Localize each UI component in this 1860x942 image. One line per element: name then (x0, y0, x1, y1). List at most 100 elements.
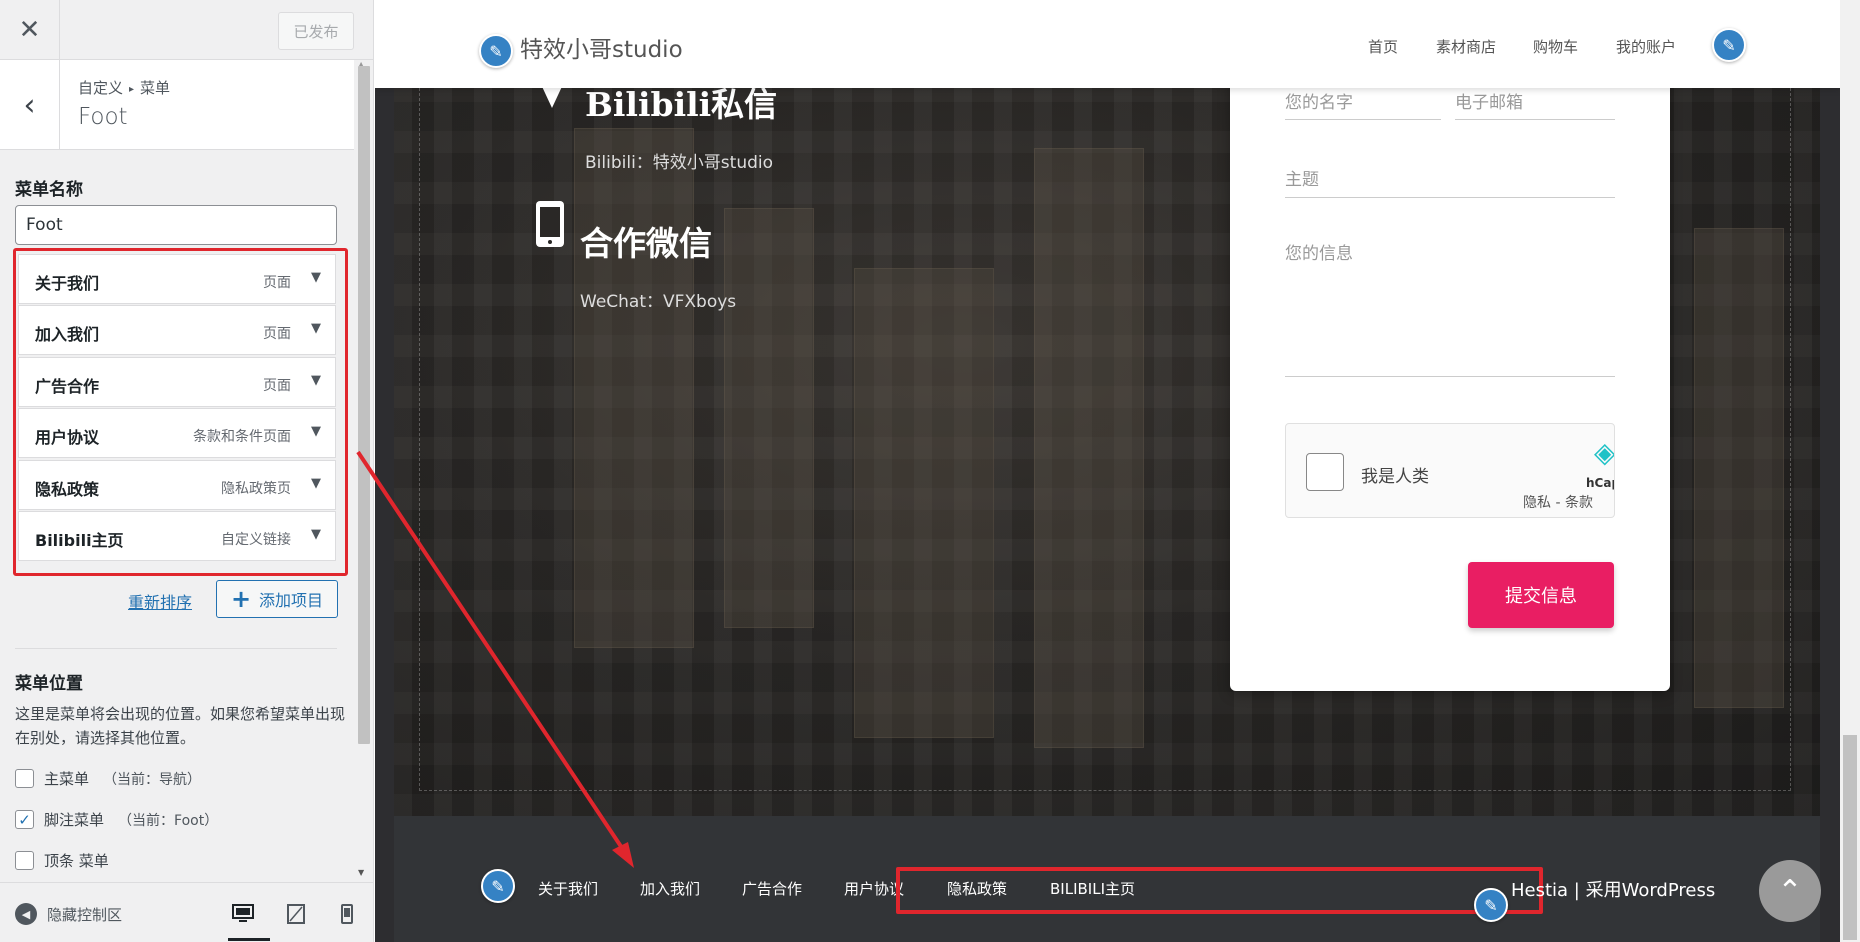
menu-item[interactable]: 广告合作 页面 ▼ (18, 356, 336, 407)
submit-button[interactable]: 提交信息 (1468, 562, 1614, 628)
nav-shop[interactable]: 素材商店 (1436, 36, 1496, 57)
message-placeholder: 您的信息 (1285, 244, 1353, 264)
caret-down-icon[interactable]: ▼ (311, 373, 321, 388)
subject-field[interactable]: 主题 (1285, 165, 1615, 198)
wechat-sub: WeChat：VFXboys (580, 292, 737, 312)
add-item-label: 添加项目 (259, 591, 324, 610)
caret-down-icon[interactable]: ▼ (311, 321, 321, 336)
double-chevron-up-icon[interactable]: ⌃ (1759, 860, 1821, 922)
mobile-icon[interactable] (334, 901, 360, 927)
menu-item-type: 页面 (263, 275, 291, 291)
tablet-icon[interactable] (283, 901, 309, 927)
subject-placeholder: 主题 (1285, 170, 1319, 190)
arrow-left-circle-icon: ◀ (15, 903, 37, 925)
reorder-link[interactable]: 重新排序 (128, 589, 192, 613)
captcha-checkbox[interactable] (1306, 453, 1344, 491)
location-option-topbar[interactable]: 顶条 菜单 (15, 850, 109, 871)
pencil-icon[interactable]: ✎ (1712, 28, 1746, 62)
scroll-thumb[interactable] (358, 66, 370, 744)
highlight-box (896, 867, 1543, 914)
menu-location-description: 这里是菜单将会出现的位置。如果您希望菜单出现在别处，请选择其他位置。 (15, 705, 346, 747)
hcaptcha-widget: 我是人类 ◈ hCap 隐私 - 条款 (1285, 423, 1615, 518)
hcaptcha-logo-icon: ◈ (1594, 436, 1615, 469)
breadcrumb-item: 自定义 (78, 79, 124, 97)
caret-down-icon[interactable]: ▼ (311, 270, 321, 285)
hide-controls-button[interactable]: ◀ 隐藏控制区 (15, 903, 122, 925)
location-option-footer[interactable]: ✓ 脚注菜单 （当前：Foot） (15, 809, 218, 830)
footer-link[interactable]: 用户协议 (844, 878, 904, 899)
customizer-footer: ◀ 隐藏控制区 (0, 882, 373, 942)
menu-item[interactable]: 关于我们 页面 ▼ (18, 254, 336, 304)
captcha-privacy-links[interactable]: 隐私 - 条款 (1523, 492, 1593, 512)
menu-item-type: 页面 (263, 377, 291, 394)
menu-name-input[interactable]: Foot (15, 205, 337, 245)
checkbox[interactable] (15, 851, 34, 870)
nav-home[interactable]: 首页 (1368, 36, 1398, 57)
checkbox[interactable] (15, 769, 34, 788)
active-device-indicator (228, 938, 270, 941)
close-icon[interactable]: ✕ (0, 0, 60, 60)
site-preview: Bilibili私信 Bilibili：特效小哥studio 合作微信 WeCh… (375, 0, 1840, 942)
menu-item[interactable]: 加入我们 页面 ▼ (18, 305, 336, 356)
message-field[interactable]: 您的信息 (1285, 239, 1615, 377)
footer-link[interactable]: 关于我们 (538, 878, 598, 899)
hide-controls-label: 隐藏控制区 (47, 905, 123, 924)
email-field[interactable]: 电子邮箱 (1455, 88, 1615, 120)
wechat-title: 合作微信 (580, 224, 712, 263)
menu-item[interactable]: Bilibili主页 自定义链接 ▼ (18, 510, 336, 561)
caret-down-icon[interactable]: ▼ (311, 424, 321, 439)
checkmark-icon: ✓ (18, 810, 31, 829)
name-field[interactable]: 您的名字 (1285, 88, 1441, 120)
menu-item-title: 广告合作 (35, 376, 100, 396)
menu-item-title: 加入我们 (35, 325, 100, 345)
site-header: ✎ 特效小哥studio 首页 素材商店 购物车 我的账户 ✎ (375, 0, 1840, 88)
site-title[interactable]: 特效小哥studio (520, 30, 683, 64)
caret-down-icon[interactable]: ▼ (311, 476, 321, 491)
location-option-primary[interactable]: 主菜单 （当前：导航） (15, 768, 201, 789)
publish-button[interactable]: 已发布 (278, 12, 354, 50)
panel-scrollbar[interactable]: ▲ ▼ (354, 60, 373, 882)
location-label: 主菜单 (44, 770, 90, 788)
add-item-button[interactable]: + 添加项目 (216, 580, 338, 618)
pencil-icon[interactable]: ✎ (1474, 888, 1508, 922)
menu-location-label: 菜单位置 (15, 674, 83, 694)
name-placeholder: 您的名字 (1285, 93, 1353, 113)
mobile-phone-icon (535, 200, 565, 252)
section-header: ‹ 自定义 ▸ 菜单 Foot (0, 60, 354, 150)
pencil-icon[interactable]: ✎ (479, 34, 513, 68)
nav-account[interactable]: 我的账户 (1616, 36, 1676, 57)
location-current: （当前：Foot） (118, 812, 219, 829)
footer-link[interactable]: 广告合作 (742, 878, 802, 899)
menu-item-type: 条款和条件页面 (193, 429, 291, 446)
footer-credit: Hestia | 采用WordPress (1511, 880, 1716, 901)
captcha-label: 我是人类 (1361, 467, 1429, 487)
page-scrollbar[interactable] (1840, 0, 1860, 942)
breadcrumb-item: 菜单 (140, 79, 171, 97)
menu-item[interactable]: 用户协议 条款和条件页面 ▼ (18, 408, 336, 459)
footer-link[interactable]: 加入我们 (640, 878, 700, 899)
location-label: 脚注菜单 (44, 811, 105, 829)
chevron-left-icon[interactable]: ‹ (0, 60, 60, 150)
customizer-panel: ✕ 已发布 ‹ 自定义 ▸ 菜单 Foot ▲ ▼ 菜单名称 Foot 关于我们 页… (0, 0, 374, 942)
plus-icon: + (230, 585, 252, 613)
nav-cart[interactable]: 购物车 (1533, 36, 1578, 57)
menu-item[interactable]: 隐私政策 隐私政策页 ▼ (18, 459, 336, 510)
menu-item-type: 自定义链接 (221, 531, 291, 548)
checkbox-checked[interactable]: ✓ (15, 810, 34, 829)
menu-item-title: 隐私政策 (35, 479, 100, 499)
menu-item-list: 关于我们 页面 ▼ 加入我们 页面 ▼ 广告合作 页面 ▼ 用户协议 条款和条件… (18, 254, 336, 562)
page-scroll-thumb[interactable] (1843, 735, 1857, 940)
menu-name-label: 菜单名称 (15, 180, 83, 200)
divider (15, 648, 337, 649)
menu-item-title: Bilibili主页 (35, 530, 124, 550)
pencil-icon[interactable]: ✎ (481, 869, 515, 903)
scroll-down-icon[interactable]: ▼ (358, 868, 364, 877)
email-placeholder: 电子邮箱 (1455, 93, 1523, 113)
customizer-header: ✕ 已发布 (0, 0, 373, 60)
menu-item-type: 隐私政策页 (221, 480, 291, 497)
location-current: （当前：导航） (103, 771, 202, 788)
menu-item-title: 用户协议 (35, 428, 100, 448)
menu-name-value: Foot (26, 215, 63, 235)
caret-down-icon[interactable]: ▼ (311, 527, 321, 542)
desktop-icon[interactable] (230, 901, 256, 927)
